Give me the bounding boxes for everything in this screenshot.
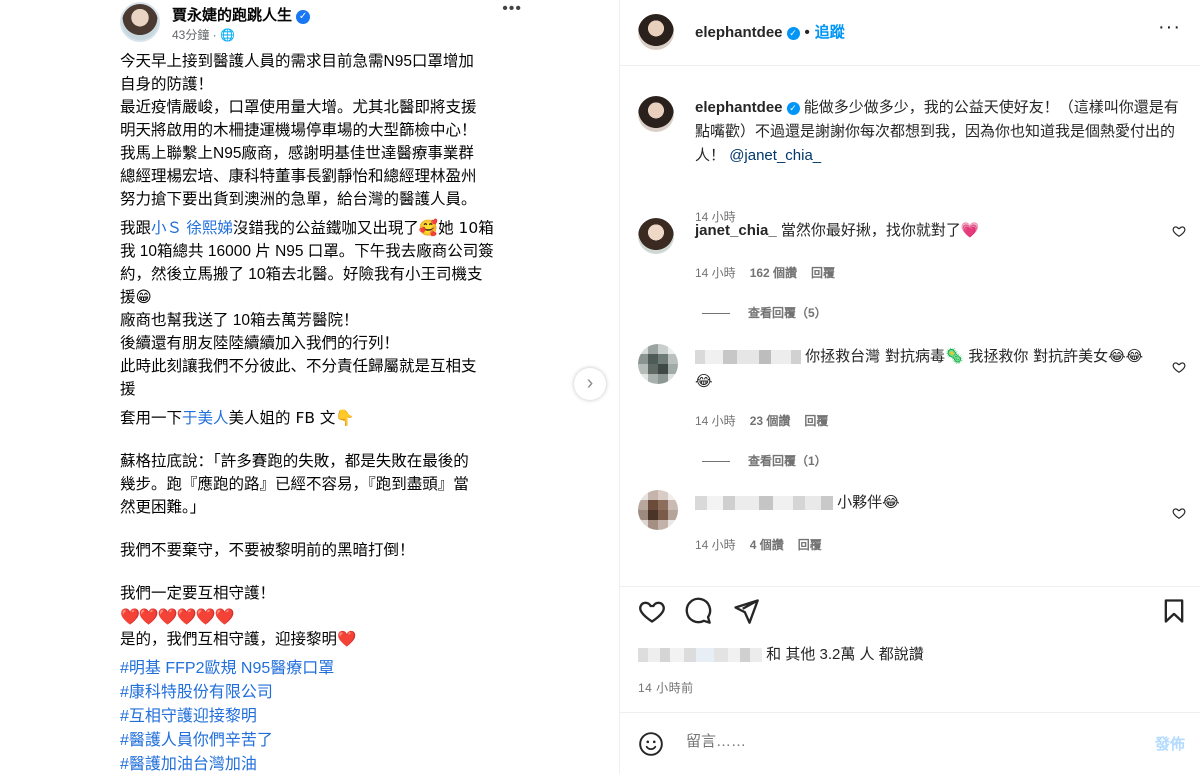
fb-line: 最近疫情嚴峻，口罩使用量大增。尤其北醫即將支援 <box>120 99 477 116</box>
view-replies-label: 查看回覆（5） <box>748 306 827 320</box>
fb-line: 援 <box>120 381 136 398</box>
fb-line: 我 10箱總共 16000 片 N95 口罩。下午我去廠商公司簽 <box>120 243 494 260</box>
comment-username[interactable]: janet_chia_ <box>695 222 777 239</box>
fb-avatar <box>120 2 160 42</box>
post-time: 14 小時前 <box>638 681 694 695</box>
caption-mention[interactable]: @janet_chia_ <box>729 147 821 164</box>
view-replies-button[interactable]: 查看回覆（1） <box>702 452 827 469</box>
blurred-username[interactable] <box>695 494 833 511</box>
hashtag: #康科特股份有限公司 <box>120 684 273 701</box>
likes-count[interactable]: 和 其他 3.2萬 人 都說讚 <box>766 646 924 663</box>
fb-line: 套用一下于美人美人姐的 FB 文👇 <box>120 407 520 430</box>
like-comment-icon[interactable] <box>1172 224 1186 238</box>
fb-post-time: 43分鐘 · <box>172 28 221 42</box>
view-replies-label: 查看回覆（1） <box>748 454 827 468</box>
fb-line: 然更困難。」 <box>120 499 206 516</box>
fb-line: 我們不要棄守，不要被黎明前的黑暗打倒！ <box>120 542 415 559</box>
post-header: elephantdee ✓ • 追蹤 ··· <box>620 0 1200 66</box>
reply-button[interactable]: 回覆 <box>798 538 822 552</box>
verified-icon: ✓ <box>296 10 311 24</box>
fb-line: 總經理楊宏培、康科特董事長劉靜怡和總經理林盈州 <box>120 168 477 185</box>
fb-line: 努力搶下要出貨到澳洲的急單，給台灣的醫護人員。 <box>120 191 477 208</box>
like-comment-icon[interactable] <box>1172 506 1186 520</box>
hashtag: #醫護加油台灣加油 <box>120 756 257 773</box>
post-image: 賈永婕的跑跳人生 ✓ 43分鐘 · 🌐 ••• 今天早上接到醫護人員的需求目前急需… <box>0 0 619 774</box>
fb-line: 蘇格拉底說：「許多賽跑的失敗，都是失敗在最後的 <box>120 453 469 470</box>
comment-time: 14 小時 <box>695 414 736 428</box>
fb-line: 我們一定要互相守護！ <box>120 585 276 602</box>
divider-line <box>702 461 730 463</box>
fb-mention-link: 于美人 <box>182 410 229 427</box>
fb-text: 套用一下 <box>120 410 183 427</box>
fb-line: 廠商也幫我送了 10箱去萬芳醫院！ <box>120 312 359 329</box>
fb-line: 約，然後立馬搬了 10箱去北醫。好險我有小王司機支 <box>120 266 483 283</box>
blurred-username[interactable] <box>695 348 801 365</box>
hashtag: #醫護人員你們辛苦了 <box>120 732 273 749</box>
comment-time: 14 小時 <box>695 538 736 552</box>
fb-post-body: 今天早上接到醫護人員的需求目前急需N95口罩增加 自身的防護！ 最近疫情嚴峻，口… <box>120 50 520 774</box>
like-icon[interactable] <box>638 597 666 625</box>
fb-more-icon: ••• <box>502 0 522 17</box>
comment-likes[interactable]: 4 個讚 <box>750 538 784 552</box>
fb-text: 美人姐的 FB 文👇 <box>228 409 355 427</box>
fb-line: 此時此刻讓我們不分彼此、不分責任歸屬就是互相支 <box>120 358 477 375</box>
verified-icon: ✓ <box>786 27 800 40</box>
fb-line: 援😁 <box>120 288 152 306</box>
fb-line: 是的，我們互相守護，迎接黎明❤️ <box>120 630 357 648</box>
avatar[interactable] <box>638 14 674 50</box>
next-image-button[interactable]: › <box>574 368 606 400</box>
view-replies-button[interactable]: 查看回覆（5） <box>702 304 827 321</box>
comment-input[interactable] <box>686 733 1086 750</box>
reply-button[interactable]: 回覆 <box>804 414 828 428</box>
more-options-icon[interactable]: ··· <box>1158 16 1181 39</box>
avatar[interactable] <box>638 218 674 254</box>
follow-button[interactable]: 追蹤 <box>815 24 845 41</box>
fb-line: 明天將啟用的木柵捷運機場停車場的大型篩檢中心！ <box>120 122 477 139</box>
bookmark-icon[interactable] <box>1160 597 1188 625</box>
comment-text: 當然你最好揪，找你就對了💗 <box>780 221 980 239</box>
hashtag: #互相守護迎接黎明 <box>120 708 257 725</box>
fb-line: 幾步。跑『應跑的路』已經不容易，『跑到盡頭』當 <box>120 476 469 493</box>
post-button[interactable]: 發佈 <box>1155 733 1185 754</box>
fb-line: 我馬上聯繫上N95廠商，感謝明基佳世達醫療事業群 <box>120 145 474 162</box>
comment-composer: 發佈 <box>620 712 1200 774</box>
divider-line <box>702 313 730 315</box>
blurred-avatar <box>638 490 678 530</box>
fb-author-name: 賈永婕的跑跳人生 <box>172 7 293 24</box>
fb-line: 後續還有朋友陸陸續續加入我們的行列！ <box>120 335 400 352</box>
comment-time: 14 小時 <box>695 266 736 280</box>
comment-icon[interactable] <box>684 597 712 625</box>
avatar[interactable] <box>638 96 674 132</box>
comment-text: 小夥伴😂 <box>837 493 900 511</box>
avatar[interactable] <box>638 490 678 530</box>
fb-text: 我跟 <box>120 220 152 237</box>
separator-dot: • <box>804 24 810 41</box>
hashtag: #明基 FFP2歐規 N95醫療口罩 <box>120 660 335 677</box>
reply-button[interactable]: 回覆 <box>811 266 835 280</box>
fb-text: 沒錯我的公益鐵咖又出現了🥰她 10箱 <box>232 219 494 237</box>
header-username[interactable]: elephantdee <box>695 24 783 41</box>
post-side-panel: elephantdee ✓ • 追蹤 ··· elephantdee ✓ 能做多少做多少… <box>619 0 1200 774</box>
caption-username[interactable]: elephantdee <box>695 99 783 116</box>
like-comment-icon[interactable] <box>1172 360 1186 374</box>
comment-likes[interactable]: 162 個讚 <box>750 266 797 280</box>
verified-icon: ✓ <box>786 102 800 115</box>
comment-likes[interactable]: 23 個讚 <box>750 414 791 428</box>
emoji-icon[interactable] <box>638 731 664 757</box>
fb-post-header: 賈永婕的跑跳人生 ✓ 43分鐘 · 🌐 ••• <box>120 0 530 44</box>
blurred-avatar <box>638 344 678 384</box>
globe-icon: 🌐 <box>220 28 235 42</box>
fb-line: 自身的防護！ <box>120 76 214 93</box>
fb-line: 我跟小Ｓ 徐熙娣沒錯我的公益鐵咖又出現了🥰她 10箱 <box>120 217 520 240</box>
fb-hearts: ❤️❤️❤️❤️❤️❤️ <box>120 607 235 626</box>
fb-mention-link: 小Ｓ 徐熙娣 <box>151 220 233 237</box>
comments-section: elephantdee ✓ 能做多少做多少，我的公益天使好友！（這樣叫你還是有點嘴… <box>620 66 1200 586</box>
fb-line: 今天早上接到醫護人員的需求目前急需N95口罩增加 <box>120 53 474 70</box>
action-bar: 和 其他 3.2萬 人 都說讚 14 小時前 <box>620 586 1200 706</box>
share-icon[interactable] <box>732 597 760 625</box>
blurred-likers[interactable] <box>638 646 762 663</box>
avatar[interactable] <box>638 344 678 384</box>
fb-post: 賈永婕的跑跳人生 ✓ 43分鐘 · 🌐 ••• 今天早上接到醫護人員的需求目前急需… <box>108 0 528 774</box>
